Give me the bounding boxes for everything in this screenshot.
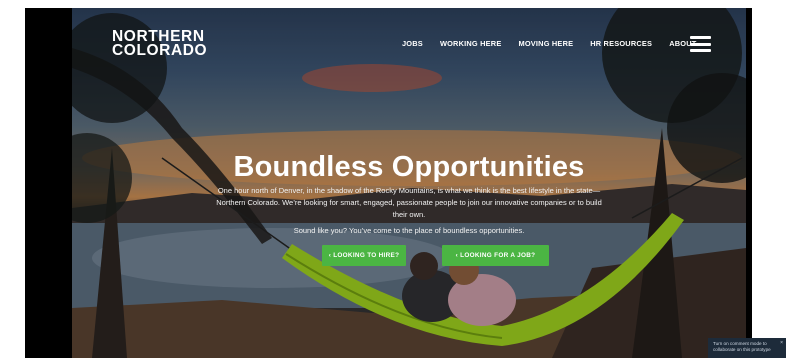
nav-moving-here[interactable]: MOVING HERE	[518, 39, 573, 48]
hero-section: NORTHERN COLORADO JOBS WORKING HERE MOVI…	[72, 8, 746, 358]
nav-working-here[interactable]: WORKING HERE	[440, 39, 502, 48]
looking-to-hire-button[interactable]: ‹ LOOKING TO HIRE?	[322, 245, 406, 266]
nav-jobs[interactable]: JOBS	[402, 39, 423, 48]
hero-intro: One hour north of Denver, in the shadow …	[216, 185, 602, 219]
hamburger-line	[690, 49, 711, 52]
left-letterbox	[25, 8, 72, 358]
nav-hr-resources[interactable]: HR RESOURCES	[590, 39, 652, 48]
comment-mode-toast[interactable]: Turn on comment mode to collaborate on t…	[708, 338, 786, 358]
hero-subtitle: Sound like you? You’ve come to the place…	[293, 225, 525, 235]
hero-title: Boundless Opportunities	[233, 151, 585, 184]
toast-text: Turn on comment mode to collaborate on t…	[713, 341, 771, 352]
browser-frame: NORTHERN COLORADO JOBS WORKING HERE MOVI…	[25, 8, 752, 358]
hamburger-line	[690, 36, 711, 39]
right-letterbox	[746, 8, 752, 358]
logo-line-2: COLORADO	[112, 42, 208, 59]
looking-for-job-button[interactable]: ‹ LOOKING FOR A JOB?	[442, 245, 549, 266]
hamburger-line	[690, 42, 711, 46]
close-icon[interactable]: ×	[780, 340, 783, 346]
hamburger-menu-icon[interactable]	[690, 36, 711, 52]
site-logo[interactable]: NORTHERN COLORADO	[112, 29, 208, 59]
main-nav: JOBS WORKING HERE MOVING HERE HR RESOURC…	[402, 39, 696, 48]
